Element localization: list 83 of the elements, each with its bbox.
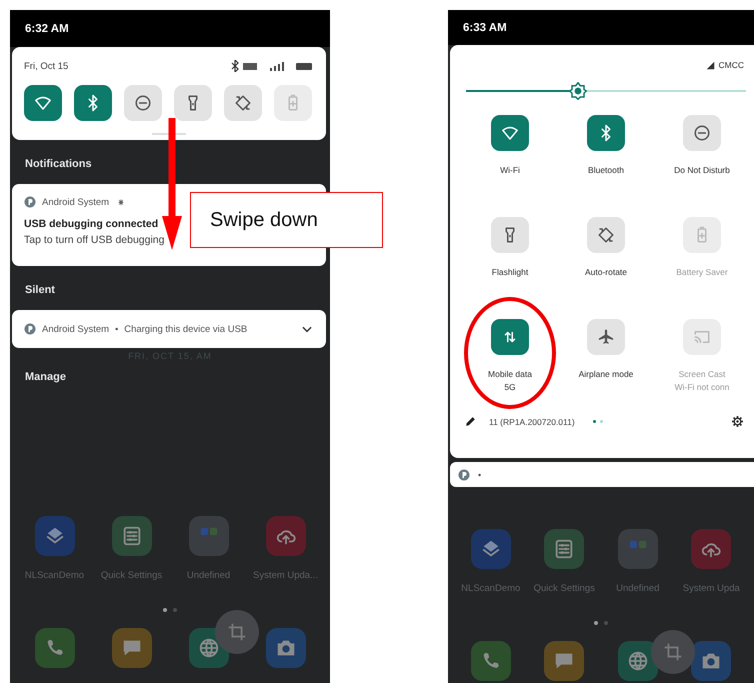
wifi-icon [501,124,519,142]
camera-app-icon[interactable] [691,641,732,681]
auto-rotate-toggle[interactable] [587,217,625,253]
airplane-mode-toggle[interactable] [587,319,625,355]
app-icon [24,323,36,335]
brightness-thumb[interactable] [569,82,587,100]
app-label: NLScanDemo [24,570,84,581]
auto-rotate-toggle[interactable] [224,85,262,121]
wifi-toggle[interactable] [24,85,62,121]
app-icon[interactable] [544,529,584,569]
edit-icon[interactable] [464,415,477,428]
app-label: Quick Settings [100,570,162,581]
carrier-name: CMCC [718,60,744,70]
rotate-icon [597,226,615,244]
tile-status: Wi-Fi not conn [674,382,730,392]
phone-app-icon[interactable] [470,641,511,681]
flashlight-toggle[interactable] [491,217,529,253]
app-icon[interactable] [691,529,732,569]
manage-button[interactable]: Manage [10,370,66,384]
bluetooth-toggle[interactable] [74,85,112,121]
rotate-icon [234,94,252,112]
notification-card[interactable]: Android System • Charging this device via USB [12,310,326,348]
status-time: 6:32 AM [25,22,69,34]
separator-dot: • [115,324,118,334]
section-heading: Silent [24,283,56,298]
chat-app-icon[interactable] [112,628,152,668]
notification-card[interactable]: • [450,462,754,487]
app-icon[interactable] [470,529,511,569]
separator-dot: • [478,470,482,480]
app-name: Android System [42,324,110,334]
status-time: 6:33 AM [463,22,507,34]
minus-circle-icon [693,124,711,142]
app-icon[interactable] [34,516,74,556]
do-not-disturb-toggle[interactable] [124,85,162,121]
screenshot-button[interactable] [651,630,695,674]
tile-label: Wi-Fi [500,165,520,175]
tile-label: Mobile data [488,369,532,379]
tile-status: 5G [504,382,516,392]
app-icon[interactable] [112,516,152,556]
wifi-toggle[interactable] [491,115,529,151]
swipe-hint-tooltip: Swipe down [190,192,383,248]
minus-circle-icon [134,94,152,112]
signal-icon [706,60,714,70]
app-icon[interactable] [266,516,306,556]
brightness-slider[interactable] [466,82,746,100]
screenshot-button[interactable] [215,610,259,654]
tile-label: Flashlight [492,267,528,277]
app-label: Undefined [186,570,230,581]
tile-label: Battery Saver [676,267,728,277]
app-name: Android System [42,196,110,208]
do-not-disturb-toggle[interactable] [683,115,721,151]
notification-title: USB debugging connected [24,218,158,230]
phone-app-icon[interactable] [34,628,74,668]
camera-app-icon[interactable] [266,628,306,668]
wifi-icon [34,94,52,112]
crop-icon [226,621,248,643]
bug-icon [117,198,126,206]
tile-label: Auto-rotate [584,267,628,277]
app-label: NLScanDemo [461,583,520,594]
settings-icon[interactable] [731,415,744,428]
bluetooth-toggle[interactable] [587,115,625,151]
mobile-data-toggle[interactable] [491,319,529,355]
app-label: System Upda [682,583,740,594]
section-heading: Notifications [24,157,93,172]
chat-app-icon[interactable] [544,641,584,681]
date-label: Fri, Oct 15 [24,60,68,72]
tile-label: Bluetooth [588,165,624,175]
flashlight-toggle[interactable] [174,85,212,121]
notification-text: Charging this device via USB [124,324,248,334]
app-label: Undefined [616,583,660,594]
cast-icon [693,328,711,346]
airplane-icon [597,328,615,346]
app-label: Quick Settings [534,583,595,594]
tile-label: Do Not Disturb [674,165,730,175]
notification-text: Tap to turn off USB debugging [24,234,164,246]
build-number: 11 (RP1A.200720.011) [489,416,575,426]
tile-label: Screen Cast [678,369,726,379]
app-icon [458,468,470,480]
globe-app-icon[interactable] [618,641,658,681]
app-icon [24,196,36,208]
crop-icon [662,641,684,663]
tile-label: Airplane mode [578,369,634,379]
app-label: System Upda... [253,570,318,581]
